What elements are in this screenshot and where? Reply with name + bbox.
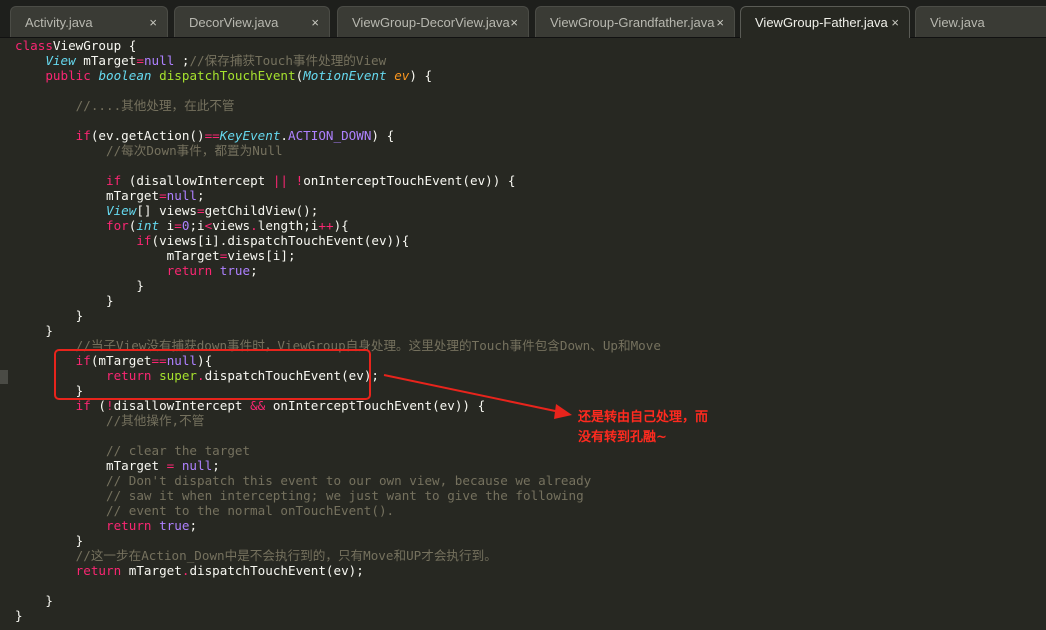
annotation-line-1: 还是转由自己处理，而 [578, 410, 709, 425]
code-editor[interactable]: classViewGroup { View mTarget=null ;//保存… [0, 38, 1046, 630]
annotation-line-2: 没有转到孔融~ [578, 430, 667, 445]
annotation-arrow [383, 374, 572, 419]
tab-label: ViewGroup-Grandfather.java [550, 15, 715, 30]
close-icon[interactable]: × [510, 7, 518, 37]
close-icon[interactable]: × [311, 7, 319, 37]
tab-activity-java[interactable]: Activity.java × [10, 6, 168, 37]
tab-label: View.java [930, 15, 985, 30]
close-icon[interactable]: × [716, 7, 724, 37]
tab-viewgroup-father-java[interactable]: ViewGroup-Father.java × [740, 6, 910, 38]
tab-label: ViewGroup-DecorView.java [352, 15, 510, 30]
tab-viewgroup-decorview-java[interactable]: ViewGroup-DecorView.java × [337, 6, 529, 37]
tab-bar: Activity.java × DecorView.java × ViewGro… [0, 0, 1046, 38]
tab-view-java[interactable]: View.java [915, 6, 1046, 37]
tab-viewgroup-grandfather-java[interactable]: ViewGroup-Grandfather.java × [535, 6, 735, 37]
tab-label: Activity.java [25, 15, 93, 30]
close-icon[interactable]: × [149, 7, 157, 37]
tab-label: ViewGroup-Father.java [755, 15, 888, 30]
tab-label: DecorView.java [189, 15, 279, 30]
tab-decorview-java[interactable]: DecorView.java × [174, 6, 330, 37]
close-icon[interactable]: × [891, 7, 899, 38]
annotation-text: 还是转由自己处理，而 没有转到孔融~ [578, 408, 708, 448]
